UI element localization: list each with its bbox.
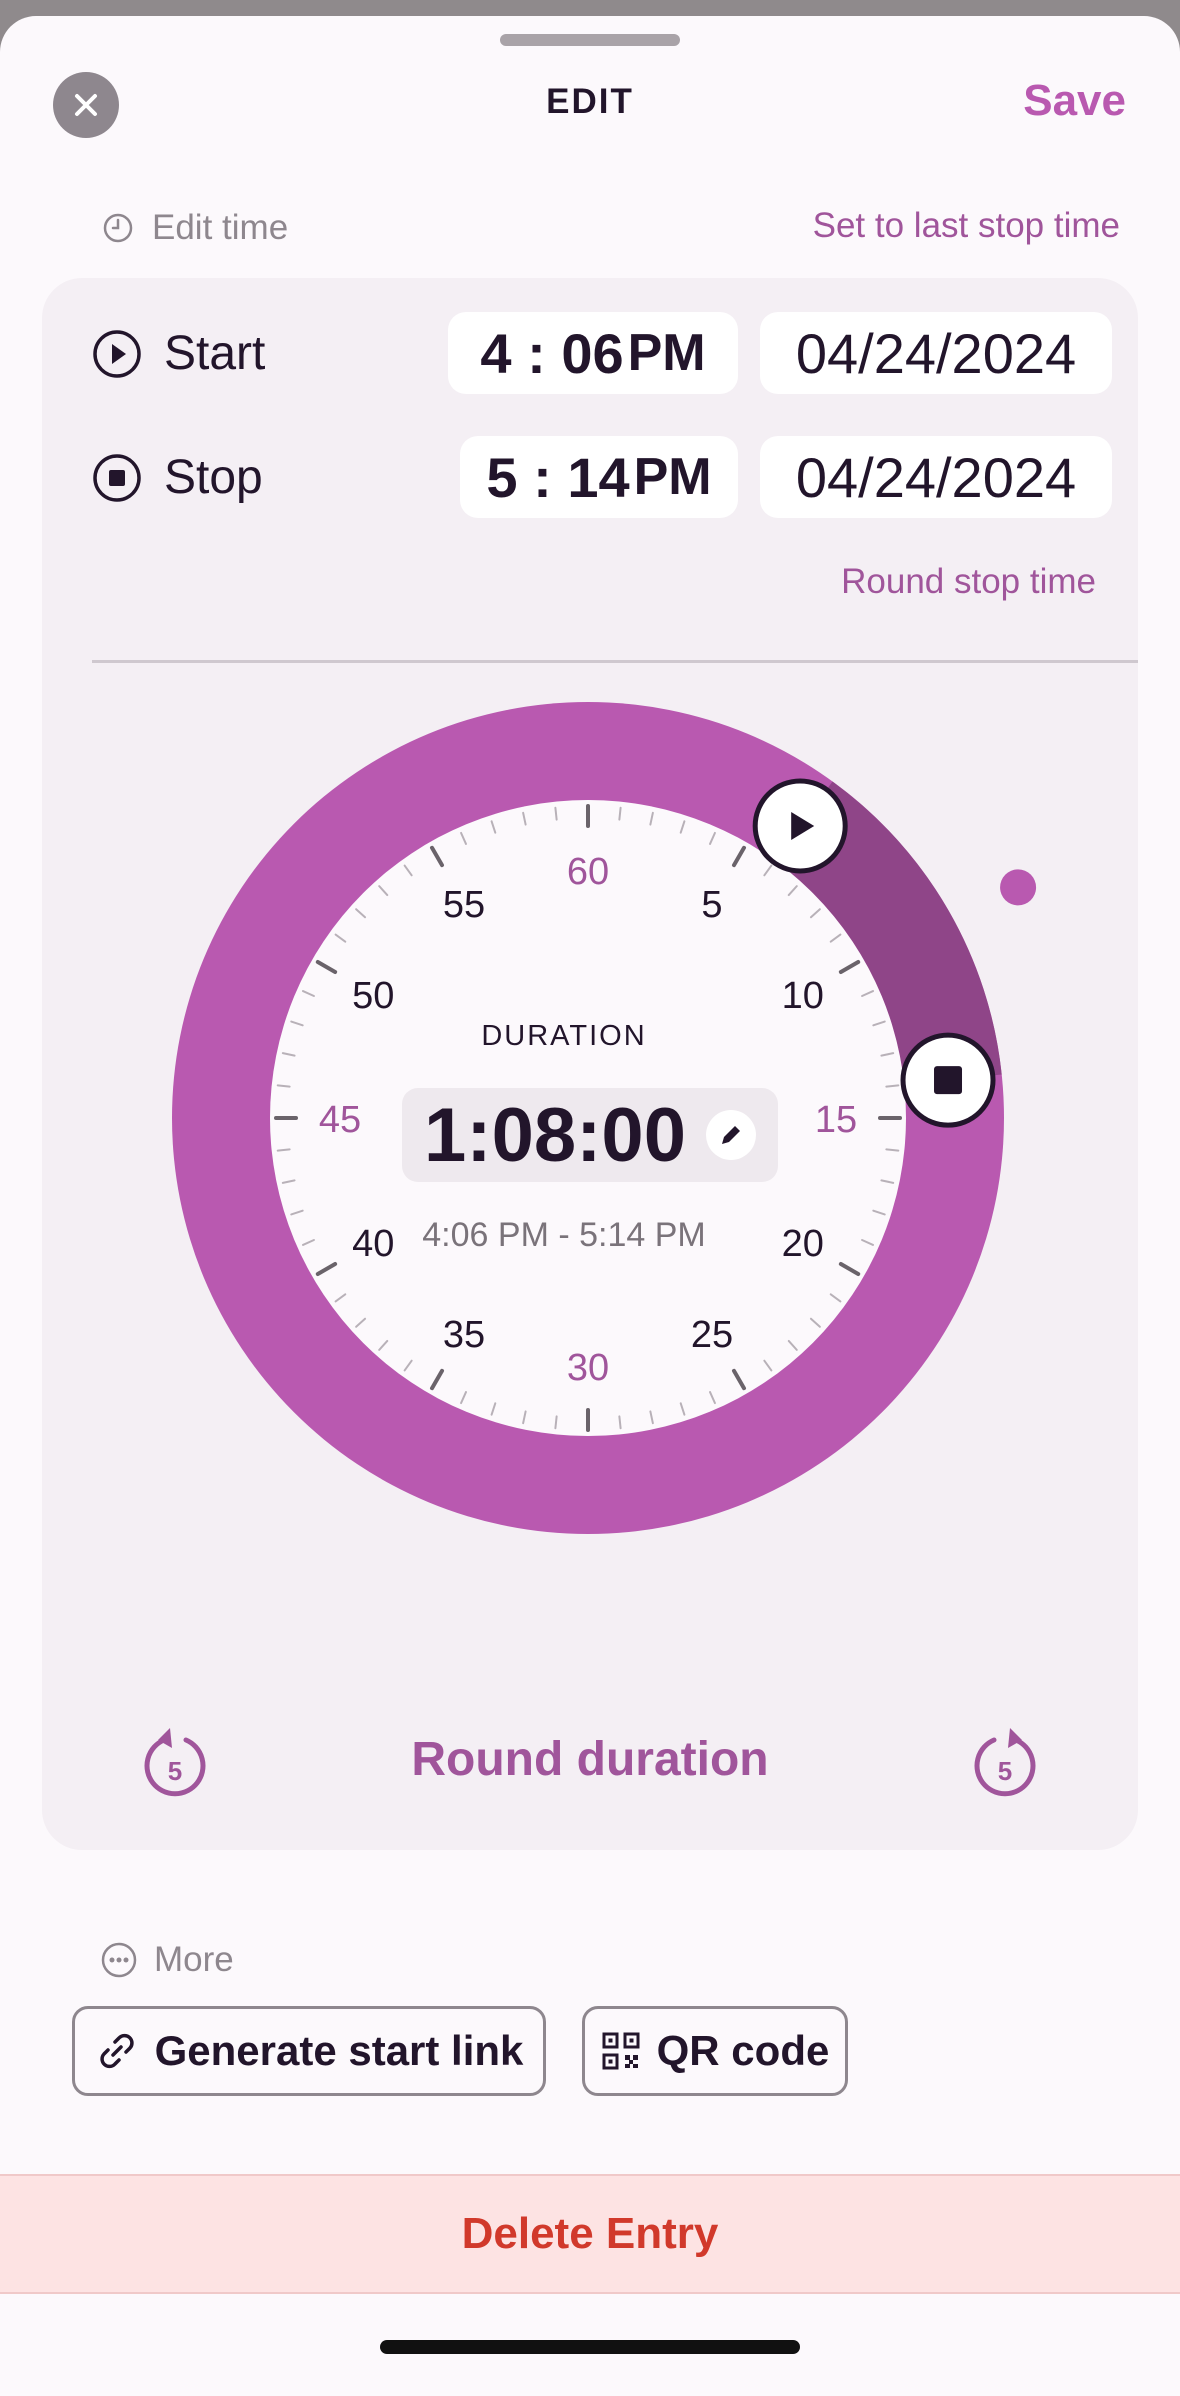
start-ampm: PM bbox=[627, 324, 706, 382]
start-row-label: Start bbox=[92, 326, 265, 381]
sheet-grabber[interactable] bbox=[500, 34, 680, 46]
more-label: More bbox=[100, 1940, 234, 1980]
stop-hour: 5 bbox=[486, 445, 518, 509]
generate-start-link-label: Generate start link bbox=[154, 2027, 524, 2074]
stop-date-field[interactable]: 04/24/2024 bbox=[760, 436, 1112, 518]
dial-minute-label: 35 bbox=[443, 1314, 485, 1356]
edit-time-text: Edit time bbox=[152, 208, 289, 247]
qr-code-label: QR code bbox=[656, 2027, 830, 2074]
dial-minute-label: 55 bbox=[443, 884, 485, 926]
dial-tick bbox=[885, 1148, 900, 1152]
clock-icon bbox=[103, 213, 133, 243]
duration-value: 1:08:00 bbox=[424, 1092, 686, 1178]
dial-minute-label: 60 bbox=[567, 851, 609, 893]
pencil-icon bbox=[705, 1110, 756, 1160]
start-minute: 06 bbox=[561, 321, 624, 385]
edit-time-label: Edit time bbox=[102, 208, 288, 248]
round-down-button[interactable]: 5 bbox=[140, 1722, 210, 1802]
duration-label: DURATION bbox=[481, 1020, 647, 1052]
dial-tick bbox=[618, 1415, 622, 1430]
dial-tick bbox=[618, 806, 622, 821]
stop-separator: : bbox=[533, 445, 552, 509]
dial-tick bbox=[554, 1415, 558, 1430]
dial-minute-label: 25 bbox=[691, 1314, 733, 1356]
round-down-value: 5 bbox=[168, 1756, 182, 1786]
link-icon bbox=[99, 2033, 134, 2069]
play-circle-icon bbox=[93, 329, 141, 378]
dial-tick bbox=[554, 806, 558, 821]
home-indicator bbox=[380, 2340, 800, 2354]
stop-ampm: PM bbox=[633, 448, 712, 506]
time-editor-card: Start 4 : 06 PM 04/24/2024 Stop 5 : 14 PM … bbox=[42, 278, 1138, 1850]
stop-label: Stop bbox=[164, 451, 263, 504]
edit-sheet: EDIT Save Edit time Set to last stop tim… bbox=[0, 16, 1180, 2396]
rotate-forward-icon: 5 bbox=[974, 1728, 1036, 1797]
dial-minute-label: 20 bbox=[782, 1223, 824, 1265]
start-label: Start bbox=[164, 327, 266, 380]
dial-minute-label: 5 bbox=[701, 884, 722, 926]
dial-tick bbox=[276, 1084, 291, 1088]
qr-code-button[interactable]: QR code bbox=[582, 2006, 848, 2096]
more-text: More bbox=[154, 1940, 234, 1979]
set-last-stop-button[interactable]: Set to last stop time bbox=[813, 206, 1120, 246]
start-time-field[interactable]: 4 : 06 PM bbox=[448, 312, 738, 394]
stop-circle-icon bbox=[93, 453, 141, 502]
dial-minute-label: 10 bbox=[782, 975, 824, 1017]
more-icon bbox=[101, 1942, 137, 1978]
round-stop-time-button[interactable]: Round stop time bbox=[841, 562, 1096, 602]
dial-tick bbox=[885, 1084, 900, 1088]
generate-start-link-button[interactable]: Generate start link bbox=[72, 2006, 546, 2096]
dial-minute-label: 15 bbox=[815, 1099, 857, 1141]
start-hour: 4 bbox=[480, 321, 512, 385]
save-button[interactable]: Save bbox=[1023, 76, 1126, 126]
duration-edit-button[interactable]: 1:08:00 bbox=[402, 1088, 778, 1182]
qr-code-icon bbox=[602, 2032, 640, 2070]
round-up-button[interactable]: 5 bbox=[970, 1722, 1040, 1802]
dial-minute-label: 50 bbox=[352, 975, 394, 1017]
stop-handle-stop-icon bbox=[934, 1066, 963, 1095]
dial-tick bbox=[276, 1148, 291, 1152]
dial-minute-label: 45 bbox=[319, 1099, 361, 1141]
round-up-value: 5 bbox=[998, 1756, 1012, 1786]
duration-range: 4:06 PM - 5:14 PM bbox=[422, 1216, 706, 1254]
stop-row-label: Stop bbox=[92, 450, 263, 505]
start-date-field[interactable]: 04/24/2024 bbox=[760, 312, 1112, 394]
page-title: EDIT bbox=[546, 82, 634, 121]
rotate-back-icon: 5 bbox=[144, 1728, 206, 1797]
stop-minute: 14 bbox=[567, 445, 630, 509]
dial-minute-label: 30 bbox=[567, 1347, 609, 1389]
round-duration-button[interactable]: Round duration bbox=[292, 1732, 888, 1787]
stop-time-field[interactable]: 5 : 14 PM bbox=[460, 436, 738, 518]
start-separator: : bbox=[527, 321, 546, 385]
current-time-dot bbox=[1000, 869, 1037, 906]
delete-entry-button[interactable]: Delete Entry bbox=[0, 2174, 1180, 2294]
row-divider bbox=[92, 660, 1138, 663]
